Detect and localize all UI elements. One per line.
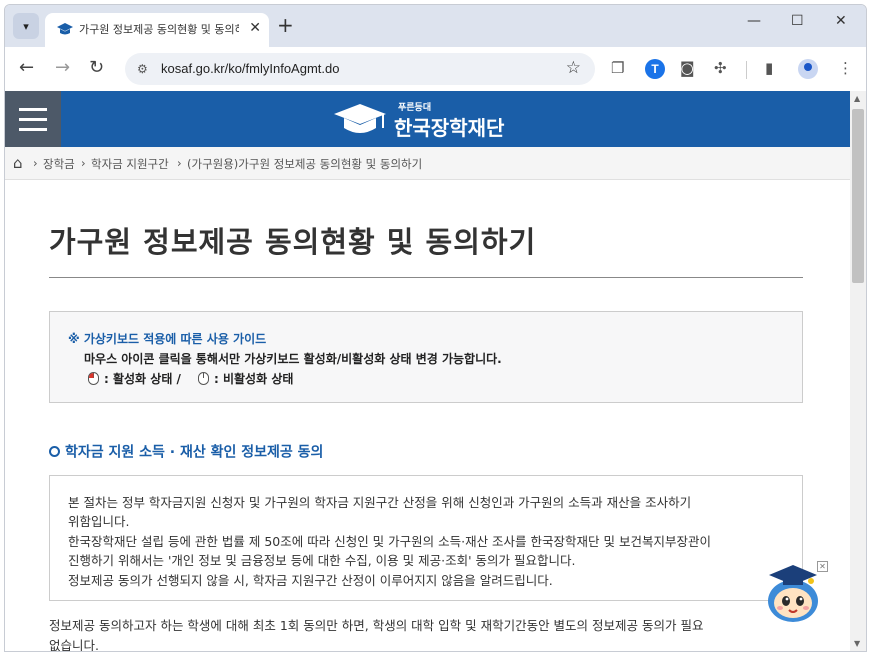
consent-text-line: 위함입니다. — [68, 514, 130, 529]
chatbot-close-button[interactable]: ✕ — [817, 561, 828, 572]
breadcrumb-separator: › — [81, 156, 86, 170]
back-arrow-icon[interactable]: ← — [19, 57, 34, 78]
kosaf-logo[interactable]: 푸른등대 한국장학재단 — [332, 100, 504, 140]
page-content: 푸른등대 한국장학재단 ⌂ › 장학금 › 학자금 지원구간 › (가구원용)가… — [5, 91, 850, 651]
side-panel-icon[interactable]: ▮ — [765, 59, 773, 77]
consent-text-line: 한국장학재단 설립 등에 관한 법률 제 50조에 따라 신청인 및 가구원의 … — [68, 534, 711, 549]
more-menu-icon[interactable]: ⋮ — [838, 59, 853, 77]
minimize-button[interactable]: — — [747, 13, 761, 29]
scroll-down-arrow-icon[interactable]: ▼ — [854, 639, 860, 648]
breadcrumb-item[interactable]: 장학금 — [43, 156, 75, 172]
scroll-up-arrow-icon[interactable]: ▲ — [854, 94, 860, 103]
graduation-cap-icon — [57, 23, 73, 35]
toolbar-divider — [746, 61, 747, 79]
section-title: 학자금 지원 소득 · 재산 확인 정보제공 동의 — [65, 444, 324, 461]
breadcrumb-separator: › — [177, 156, 182, 170]
logo-name: 한국장학재단 — [394, 116, 505, 140]
guide-active-label: : 활성화 상태 / — [104, 372, 181, 386]
breadcrumb-item[interactable]: 학자금 지원구간 — [91, 156, 169, 172]
chevron-down-icon: ▾ — [23, 19, 29, 33]
chatbot-mascot-icon[interactable] — [765, 561, 821, 623]
camera-icon[interactable]: ◙ — [680, 59, 695, 77]
active-tab[interactable]: 가구원 정보제공 동의현황 및 동의하 ✕ — [45, 13, 269, 47]
mouse-inactive-icon — [198, 372, 209, 385]
bookmark-star-icon[interactable]: ☆ — [566, 58, 581, 78]
consent-description-box: 본 절차는 정부 학자금지원 신청자 및 가구원의 학자금 지원구간 산정을 위… — [49, 475, 803, 601]
notice-text-line: 없습니다. — [49, 638, 99, 651]
guide-description: 마우스 아이콘 클릭을 통해서만 가상키보드 활성화/비활성화 상태 변경 가능… — [84, 352, 502, 366]
vertical-scrollbar[interactable]: ▲ ▼ — [850, 91, 866, 651]
tab-title: 가구원 정보제공 동의현황 및 동의하 — [79, 23, 239, 36]
consent-text-line: 본 절차는 정부 학자금지원 신청자 및 가구원의 학자금 지원구간 산정을 위… — [68, 495, 692, 510]
mouse-active-icon — [88, 372, 99, 385]
copy-icon[interactable]: ❐ — [611, 59, 624, 77]
tab-close-icon[interactable]: ✕ — [249, 20, 261, 36]
breadcrumb-item[interactable]: (가구원용)가구원 정보제공 동의현황 및 동의하기 — [187, 156, 422, 172]
guide-inactive-label: : 비활성화 상태 — [214, 372, 294, 386]
close-window-button[interactable]: ✕ — [835, 13, 847, 29]
url-text: kosaf.go.kr/ko/fmlyInfoAgmt.do — [161, 61, 340, 76]
virtual-keyboard-guide: ※ 가상키보드 적용에 따른 사용 가이드 마우스 아이콘 클릭을 통해서만 가… — [49, 311, 803, 403]
guide-title: ※ 가상키보드 적용에 따른 사용 가이드 — [68, 332, 267, 346]
scrollbar-thumb[interactable] — [852, 109, 864, 283]
menu-line — [19, 128, 47, 131]
section-heading: 학자금 지원 소득 · 재산 확인 정보제공 동의 — [49, 441, 323, 462]
title-divider — [49, 277, 803, 278]
reload-icon[interactable]: ↻ — [89, 57, 104, 78]
notice-text-line: 정보제공 동의하고자 하는 학생에 대해 최초 1회 동의만 하면, 학생의 대… — [49, 618, 704, 633]
graduation-cap-logo-icon — [334, 104, 386, 133]
page-title: 가구원 정보제공 동의현황 및 동의하기 — [49, 225, 537, 259]
new-tab-button[interactable]: + — [277, 13, 294, 37]
consent-text-line: 진행하기 위해서는 '개인 정보 및 금융정보 등에 대한 수집, 이용 및 제… — [68, 553, 576, 568]
menu-line — [19, 108, 47, 111]
browser-window: ▾ 가구원 정보제공 동의현황 및 동의하 ✕ + — ☐ ✕ ← → ↻ ⚙ … — [4, 4, 867, 652]
browser-toolbar: ← → ↻ ⚙ kosaf.go.kr/ko/fmlyInfoAgmt.do ☆… — [5, 47, 866, 92]
breadcrumb-separator: › — [33, 156, 38, 170]
site-header: 푸른등대 한국장학재단 — [5, 91, 850, 147]
maximize-button[interactable]: ☐ — [791, 13, 804, 29]
site-settings-icon[interactable]: ⚙ — [137, 62, 148, 76]
extensions-puzzle-icon[interactable]: ✣ — [714, 59, 727, 77]
menu-line — [19, 118, 47, 121]
circle-bullet-icon — [49, 446, 60, 457]
consent-text-line: 정보제공 동의가 선행되지 않을 시, 학자금 지원구간 산정이 이루어지지 않… — [68, 573, 553, 588]
tab-search-button[interactable]: ▾ — [13, 13, 39, 39]
tab-strip: ▾ 가구원 정보제공 동의현황 및 동의하 ✕ + — ☐ ✕ — [5, 5, 866, 47]
translate-extension-icon[interactable]: T — [645, 59, 665, 79]
breadcrumb: ⌂ › 장학금 › 학자금 지원구간 › (가구원용)가구원 정보제공 동의현황… — [5, 147, 850, 180]
home-icon[interactable]: ⌂ — [13, 154, 23, 172]
profile-avatar-icon[interactable] — [798, 59, 818, 79]
hamburger-menu-button[interactable] — [5, 91, 61, 147]
address-bar[interactable]: ⚙ kosaf.go.kr/ko/fmlyInfoAgmt.do ☆ — [125, 53, 595, 85]
forward-arrow-icon[interactable]: → — [55, 57, 70, 78]
